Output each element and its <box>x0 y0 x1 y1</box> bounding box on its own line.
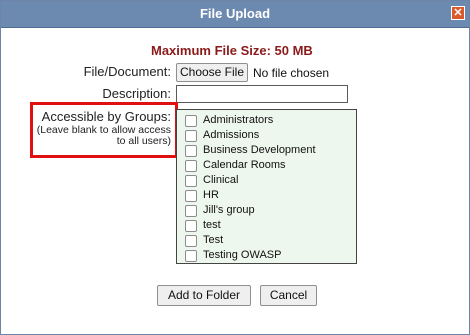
checkbox[interactable] <box>185 130 197 142</box>
group-label: Jill's group <box>203 204 255 216</box>
group-label: Business Development <box>203 144 316 156</box>
file-document-label: File/Document: <box>83 64 171 79</box>
choose-file-button[interactable]: Choose File <box>176 63 248 82</box>
checkbox[interactable] <box>185 175 197 187</box>
dialog-title: File Upload <box>199 6 271 21</box>
groups-list[interactable]: Administrators Admissions Business Devel… <box>176 109 357 264</box>
group-label: Test <box>203 234 224 246</box>
group-label: test <box>203 219 221 231</box>
group-label: Testing OWASP <box>203 249 282 261</box>
description-label: Description: <box>102 86 171 101</box>
group-label: Calendar Rooms <box>203 159 286 171</box>
group-label: HR <box>203 189 219 201</box>
cancel-button[interactable]: Cancel <box>260 285 317 306</box>
checkbox[interactable] <box>185 145 197 157</box>
no-file-chosen-text: No file chosen <box>253 66 330 80</box>
group-label: Admissions <box>203 129 260 141</box>
dialog-titlebar[interactable]: File Upload ✕ <box>1 1 469 28</box>
max-file-size-notice: Maximum File Size: 50 MB <box>151 43 313 58</box>
checkbox[interactable] <box>185 160 197 172</box>
checkbox[interactable] <box>185 250 197 262</box>
checkbox[interactable] <box>185 115 197 127</box>
groups-hint-text: (Leave blank to allow access to all user… <box>36 124 171 147</box>
checkbox[interactable] <box>185 235 197 247</box>
add-to-folder-button[interactable]: Add to Folder <box>157 285 251 306</box>
file-upload-dialog: File Upload ✕ Maximum File Size: 50 MB F… <box>0 0 470 335</box>
group-label: Clinical <box>203 174 239 186</box>
close-icon[interactable]: ✕ <box>451 6 465 20</box>
checkbox[interactable] <box>185 220 197 232</box>
checkbox[interactable] <box>185 205 197 217</box>
accessible-by-groups-label: Accessible by Groups: <box>41 109 171 124</box>
group-label: Administrators <box>203 114 274 126</box>
checkbox[interactable] <box>185 190 197 202</box>
description-input[interactable] <box>176 85 348 103</box>
